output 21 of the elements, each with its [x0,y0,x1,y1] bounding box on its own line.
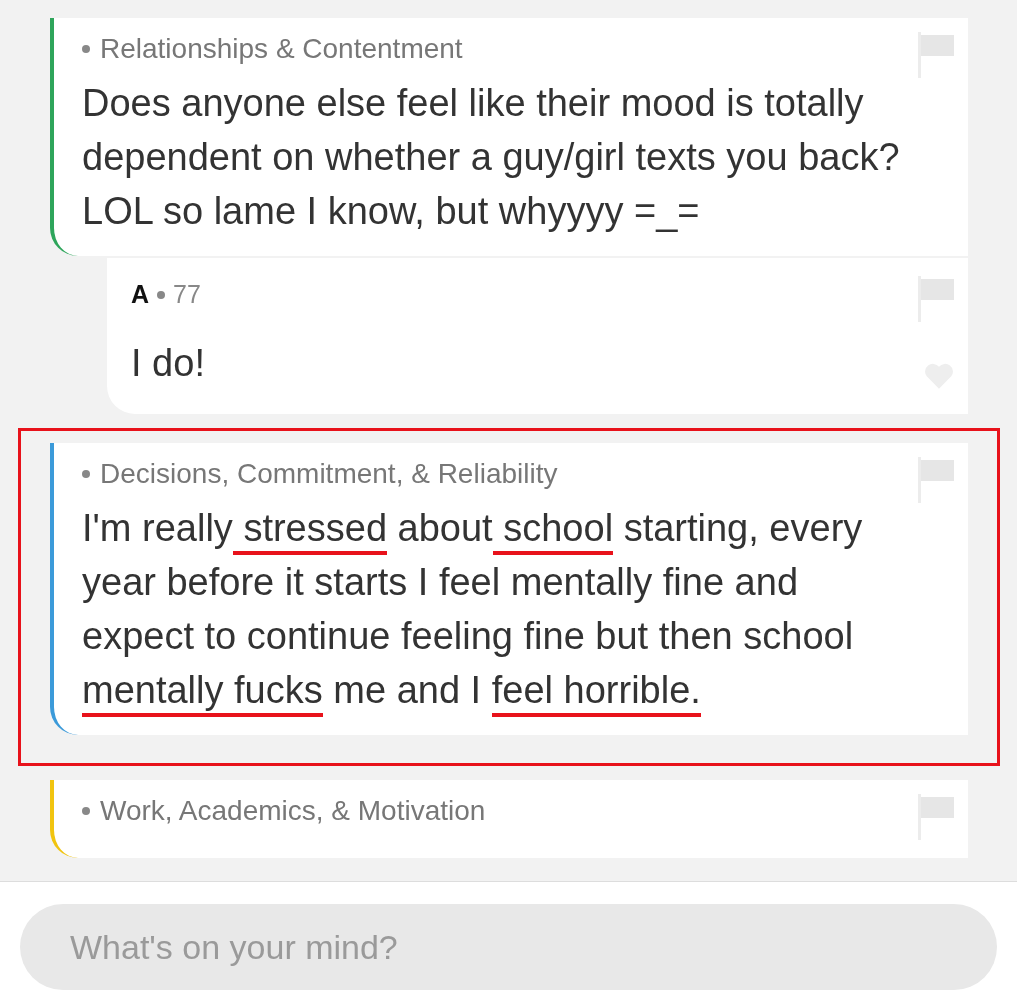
flag-icon[interactable] [916,276,956,322]
category-label: Relationships & Contentment [100,32,463,66]
author-label: A [131,279,150,310]
bullet-icon [82,469,90,478]
bullet-icon [82,45,90,53]
bullet-icon [157,290,166,299]
reply-text: I do! [131,340,206,386]
category-label: Decisions, Commitment, & Reliability [100,456,558,491]
category-label: Work, Academics, & Motivation [100,793,486,828]
post-input-field[interactable]: What's on your mind? [20,904,997,990]
post-text: Does anyone else feel like their mood is totally dependent on whether a guy/girl texts you back? LOL so lame I know, but whyyyy =_= [82,81,901,234]
post-card[interactable] [50,442,968,735]
flag-icon[interactable] [916,456,956,503]
flag-icon[interactable] [916,32,956,78]
post-card[interactable]: Work, Academics, & Motivation [50,779,968,858]
reply-card[interactable]: A 77 I do! [107,258,968,414]
flag-icon[interactable] [916,793,956,840]
bullet-icon [82,806,90,815]
post-card[interactable]: Relationships & Contentment Does anyone else feel like their mood is totally dependent on whether a guy/girl texts you back? LOL so lame I know, but whyyyy =_= [50,18,968,256]
post-text: I'm really stressed about school starting, every year before it starts I feel mentally fine and expect to continue feeling fine but then school mentally fucks me and I feel horrible. [82,500,916,717]
score-label: 77 [173,279,201,310]
